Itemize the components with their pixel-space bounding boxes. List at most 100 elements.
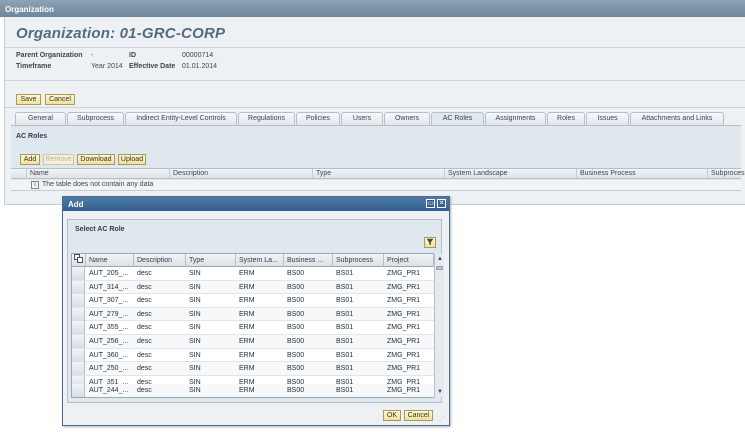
cell-business-process: BS00 bbox=[287, 310, 305, 318]
grid-header-type[interactable]: Type bbox=[186, 254, 236, 267]
tab-regulations[interactable]: Regulations bbox=[238, 112, 295, 126]
tab-assignments[interactable]: Assignments bbox=[485, 112, 546, 126]
grid-header-subprocess[interactable]: Subprocess bbox=[333, 254, 384, 267]
table-scrollbar[interactable]: ▲ ▼ bbox=[434, 254, 444, 397]
row-selector[interactable] bbox=[72, 267, 85, 280]
tab-subprocess[interactable]: Subprocess bbox=[67, 112, 124, 126]
tab-owners[interactable]: Owners bbox=[384, 112, 430, 126]
window-title: Organization bbox=[5, 5, 54, 14]
cell-project: ZMG_PR1 bbox=[387, 387, 421, 394]
cell-system-landscape: ERM bbox=[239, 283, 255, 291]
cell-description: desc bbox=[137, 338, 152, 345]
table-row[interactable]: AUT_250_... desc SIN ERM BS00 BS01 ZMG_P… bbox=[72, 362, 434, 376]
cell-business-process: BS00 bbox=[287, 387, 305, 394]
cell-system-landscape: ERM bbox=[239, 351, 255, 359]
cell-project: ZMG_PR1 bbox=[387, 297, 421, 305]
cell-system-landscape: ERM bbox=[239, 310, 255, 318]
dialog-title: Add bbox=[68, 200, 84, 209]
save-button[interactable]: Save bbox=[16, 94, 41, 105]
row-selector[interactable] bbox=[72, 280, 85, 294]
cell-subprocess: BS01 bbox=[336, 351, 354, 359]
row-selector[interactable] bbox=[72, 362, 85, 376]
effective-date-value: 01.01.2014 bbox=[182, 63, 218, 70]
scroll-down-icon[interactable]: ▼ bbox=[436, 388, 444, 396]
cancel-button[interactable]: Cancel bbox=[45, 94, 75, 105]
cell-subprocess: BS01 bbox=[336, 297, 354, 305]
cell-system-landscape: ERM bbox=[239, 338, 255, 345]
column-header-subprocess[interactable]: Subprocess bbox=[707, 169, 745, 179]
dialog-cancel-button[interactable]: Cancel bbox=[404, 410, 433, 421]
add-button[interactable]: Add bbox=[20, 154, 40, 165]
tabs-divider bbox=[5, 107, 745, 108]
tab-general[interactable]: General bbox=[15, 112, 66, 126]
cell-type: SIN bbox=[189, 310, 201, 318]
header-divider bbox=[5, 47, 745, 48]
row-selector[interactable] bbox=[72, 307, 85, 321]
column-header-business-process[interactable]: Business Process bbox=[576, 169, 707, 179]
table-row[interactable]: AUT_355_... desc SIN ERM BS00 BS01 ZMG_P… bbox=[72, 321, 434, 335]
cell-name: AUT_256_... bbox=[89, 338, 129, 345]
parent-organization-value: - bbox=[91, 52, 94, 59]
ac-roles-title: AC Roles bbox=[16, 133, 48, 140]
table-row[interactable]: AUT_314_... desc SIN ERM BS00 BS01 ZMG_P… bbox=[72, 280, 434, 295]
download-button[interactable]: Download bbox=[77, 154, 115, 165]
column-header-system-landscape[interactable]: System Landscape bbox=[444, 169, 576, 179]
tab-ac-roles[interactable]: AC Roles bbox=[431, 112, 484, 126]
remove-button[interactable]: Remove bbox=[43, 154, 74, 165]
row-selector[interactable] bbox=[72, 335, 85, 348]
cell-system-landscape: ERM bbox=[239, 297, 255, 305]
maximize-icon[interactable]: ▭ bbox=[426, 199, 435, 208]
grid-header-business-process[interactable]: Business ... bbox=[284, 254, 333, 267]
table-row[interactable]: AUT_244_... desc SIN ERM BS00 BS01 ZMG_P… bbox=[72, 384, 434, 397]
cell-type: SIN bbox=[189, 351, 201, 359]
row-selector[interactable] bbox=[72, 321, 85, 335]
row-selector[interactable] bbox=[72, 384, 85, 397]
filter-button[interactable] bbox=[424, 237, 436, 248]
column-header-description[interactable]: Description bbox=[169, 169, 312, 179]
table-row[interactable]: AUT_205_... desc SIN ERM BS00 BS01 ZMG_P… bbox=[72, 267, 434, 281]
grid-header-project[interactable]: Project bbox=[384, 254, 434, 267]
tab-users[interactable]: Users bbox=[341, 112, 383, 126]
row-selector[interactable] bbox=[72, 348, 85, 362]
row-selector[interactable] bbox=[72, 294, 85, 308]
cell-description: desc bbox=[137, 310, 152, 318]
ok-button[interactable]: OK bbox=[383, 410, 401, 421]
cell-name: AUT_250_... bbox=[89, 365, 129, 373]
cell-subprocess: BS01 bbox=[336, 387, 354, 394]
cell-name: AUT_244_... bbox=[89, 387, 129, 394]
grid-header-description[interactable]: Description bbox=[134, 254, 186, 267]
scroll-thumb[interactable] bbox=[436, 266, 443, 270]
cell-name: AUT_307_... bbox=[89, 297, 129, 305]
grid-header-system-landscape[interactable]: System La... bbox=[236, 254, 284, 267]
id-value: 00000714 bbox=[182, 52, 214, 59]
table-row[interactable]: AUT_360_... desc SIN ERM BS00 BS01 ZMG_P… bbox=[72, 348, 434, 363]
cell-type: SIN bbox=[189, 270, 201, 277]
resize-grip-icon[interactable]: ⋰ bbox=[439, 415, 447, 423]
cell-business-process: BS00 bbox=[287, 365, 305, 373]
cell-name: AUT_205_... bbox=[89, 270, 129, 277]
column-header-type[interactable]: Type bbox=[312, 169, 444, 179]
empty-table-message: The table does not contain any data bbox=[42, 181, 154, 188]
scroll-up-icon[interactable]: ▲ bbox=[436, 255, 444, 263]
cell-project: ZMG_PR1 bbox=[387, 324, 421, 332]
cell-project: ZMG_PR1 bbox=[387, 270, 421, 277]
tab-issues[interactable]: Issues bbox=[586, 112, 629, 126]
cell-business-process: BS00 bbox=[287, 338, 305, 345]
table-row[interactable]: AUT_279_... desc SIN ERM BS00 BS01 ZMG_P… bbox=[72, 307, 434, 322]
tab-policies[interactable]: Policies bbox=[296, 112, 340, 126]
column-header-name[interactable]: Name bbox=[26, 169, 169, 179]
tab-roles[interactable]: Roles bbox=[547, 112, 585, 126]
close-icon[interactable]: ✕ bbox=[437, 199, 446, 208]
tab-indirect-entity-level-controls[interactable]: Indirect Entity-Level Controls bbox=[125, 112, 237, 126]
table-row[interactable]: AUT_307_... desc SIN ERM BS00 BS01 ZMG_P… bbox=[72, 294, 434, 308]
tab-attachments-and-links[interactable]: Attachments and Links bbox=[630, 112, 724, 126]
timeframe-value: Year 2014 bbox=[91, 63, 123, 70]
cell-description: desc bbox=[137, 351, 152, 359]
upload-button[interactable]: Upload bbox=[118, 154, 146, 165]
cell-type: SIN bbox=[189, 338, 201, 345]
grid-header-name[interactable]: Name bbox=[86, 254, 134, 267]
cell-type: SIN bbox=[189, 297, 201, 305]
table-row[interactable]: AUT_256_... desc SIN ERM BS00 BS01 ZMG_P… bbox=[72, 335, 434, 349]
select-all-icon[interactable] bbox=[72, 254, 86, 267]
cell-description: desc bbox=[137, 270, 152, 277]
